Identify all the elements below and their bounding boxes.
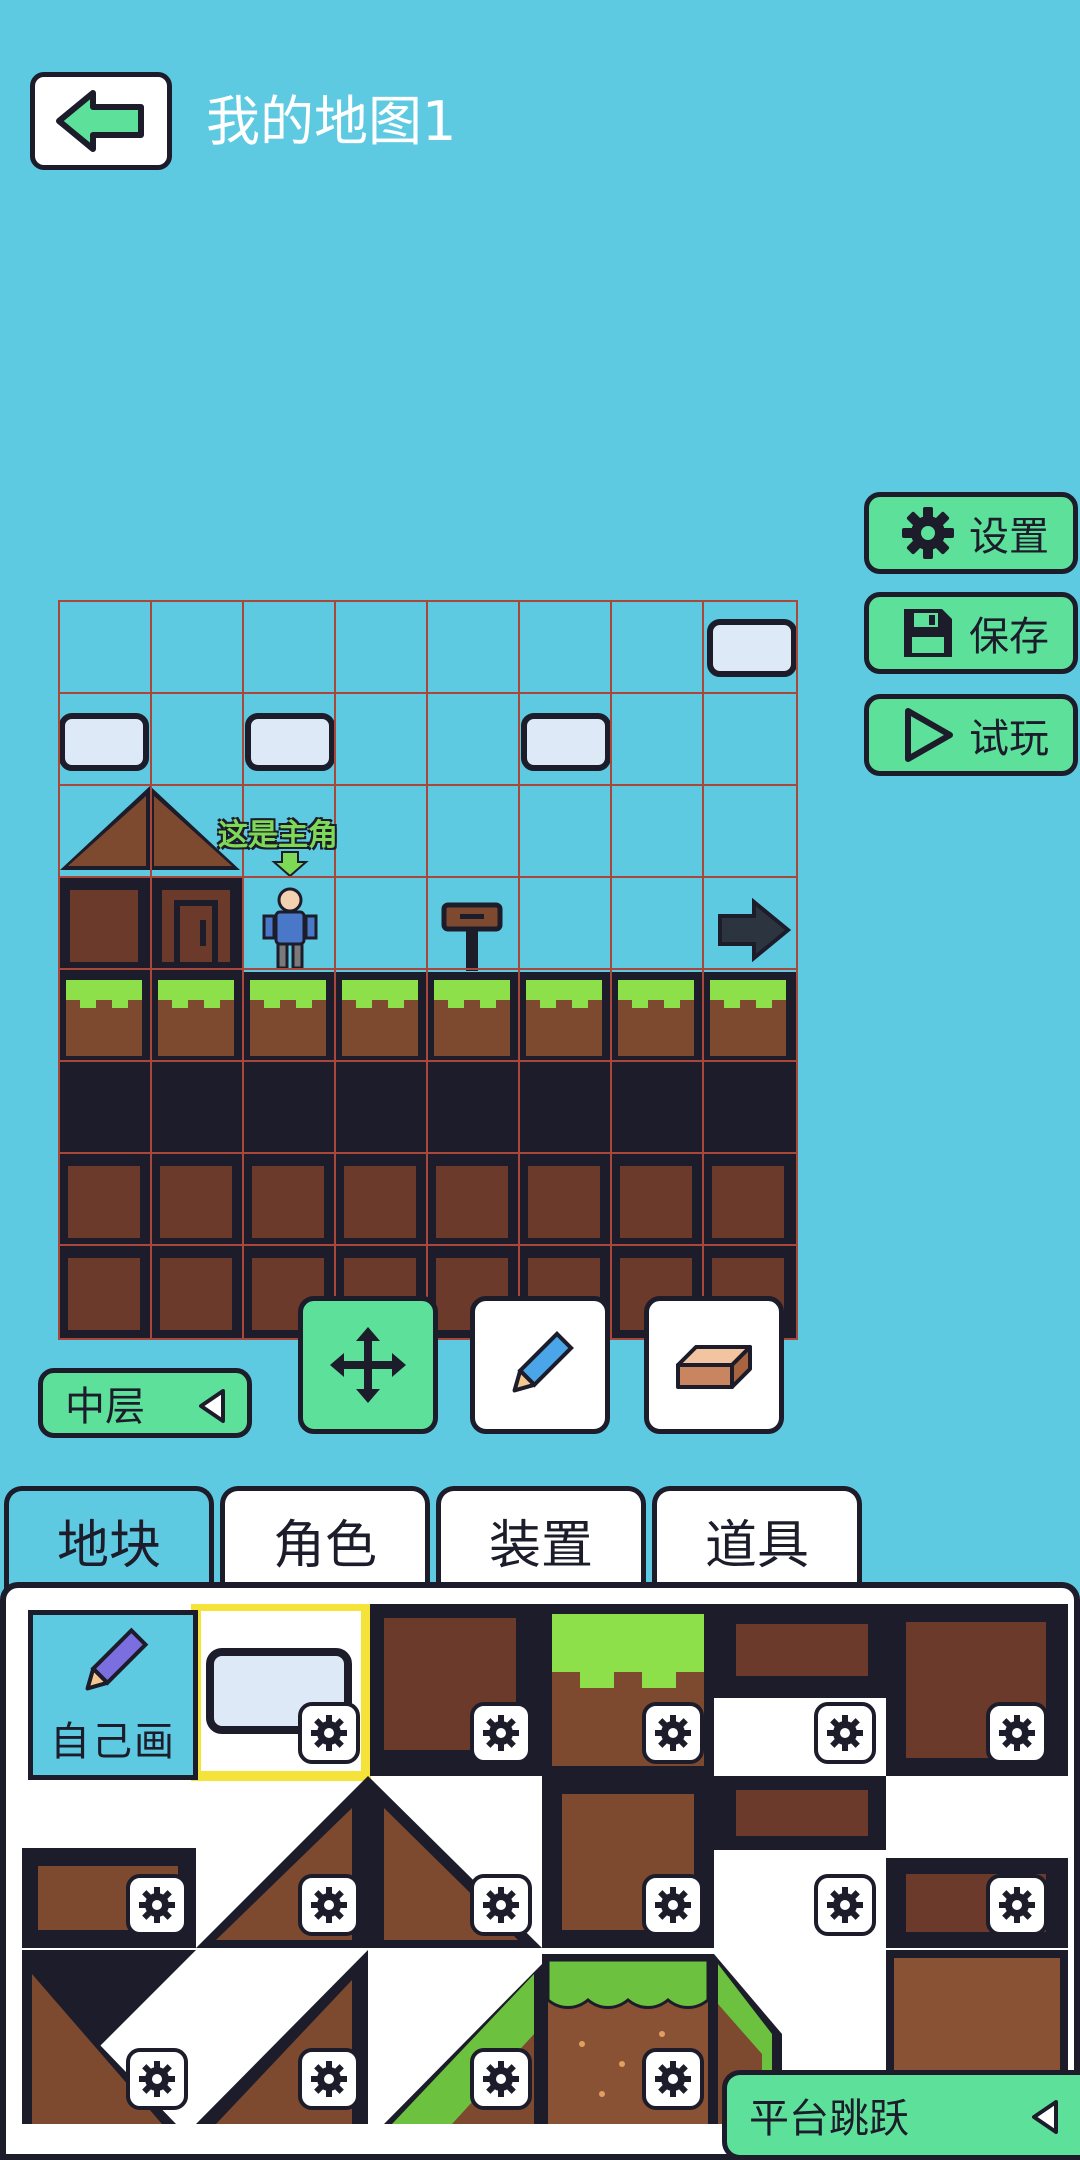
tile-settings-gear-icon[interactable] — [298, 2048, 360, 2110]
tile-settings-gear-icon[interactable] — [642, 2048, 704, 2110]
game-type-label: 平台跳跃 — [749, 2096, 909, 2142]
play-test-label: 试玩 — [969, 716, 1049, 762]
tab-tiles[interactable]: 地块 — [4, 1486, 214, 1590]
gear-icon — [897, 502, 959, 564]
eraser-icon — [676, 1345, 752, 1389]
map-grid[interactable]: 这是主角 — [58, 600, 798, 1340]
move-arrows-icon — [330, 1327, 406, 1403]
player-hint-label: 这是主角 — [218, 818, 338, 853]
eraser-tool-button[interactable] — [644, 1296, 784, 1434]
back-button[interactable] — [30, 72, 172, 170]
draw-own-label: 自己画 — [50, 1719, 176, 1765]
settings-label: 设置 — [969, 514, 1049, 560]
tile-settings-gear-icon[interactable] — [986, 1874, 1048, 1936]
back-arrow-icon — [56, 90, 144, 152]
tile-settings-gear-icon[interactable] — [470, 1874, 532, 1936]
map-tiles — [58, 619, 798, 1330]
move-tool-button[interactable] — [298, 1296, 438, 1434]
tile-settings-gear-icon[interactable] — [298, 1874, 360, 1936]
tab-devices[interactable]: 装置 — [436, 1486, 646, 1590]
layer-selector[interactable]: 中层 — [38, 1368, 252, 1438]
save-label: 保存 — [969, 614, 1049, 660]
play-test-button[interactable]: 试玩 — [864, 694, 1078, 776]
settings-button[interactable]: 设置 — [864, 492, 1078, 574]
layer-label: 中层 — [65, 1384, 145, 1430]
triangle-left-icon — [199, 1389, 225, 1423]
triangle-left-icon — [1032, 2100, 1058, 2134]
tile-settings-gear-icon[interactable] — [470, 2048, 532, 2110]
tab-items[interactable]: 道具 — [652, 1486, 862, 1590]
player-character — [262, 887, 318, 970]
tile-settings-gear-icon[interactable] — [298, 1702, 360, 1764]
tile-settings-gear-icon[interactable] — [814, 1702, 876, 1764]
play-icon — [897, 704, 959, 766]
tab-characters[interactable]: 角色 — [220, 1486, 430, 1590]
floppy-disk-icon — [897, 602, 959, 664]
tile-settings-gear-icon[interactable] — [470, 1702, 532, 1764]
tile-settings-gear-icon[interactable] — [126, 1874, 188, 1936]
tile-settings-gear-icon[interactable] — [126, 2048, 188, 2110]
tile-settings-gear-icon[interactable] — [814, 1874, 876, 1936]
pencil-icon — [85, 1627, 149, 1691]
tile-settings-gear-icon[interactable] — [642, 1702, 704, 1764]
tile-settings-gear-icon[interactable] — [986, 1702, 1048, 1764]
draw-own-tile-button[interactable]: 自己画 — [28, 1610, 198, 1780]
pencil-tool-button[interactable] — [470, 1296, 610, 1434]
map-title: 我的地图1 — [206, 90, 457, 153]
game-type-selector[interactable]: 平台跳跃 — [722, 2070, 1080, 2160]
save-button[interactable]: 保存 — [864, 592, 1078, 674]
tile-settings-gear-icon[interactable] — [642, 1874, 704, 1936]
pencil-icon — [512, 1331, 574, 1393]
signpost — [441, 902, 503, 971]
